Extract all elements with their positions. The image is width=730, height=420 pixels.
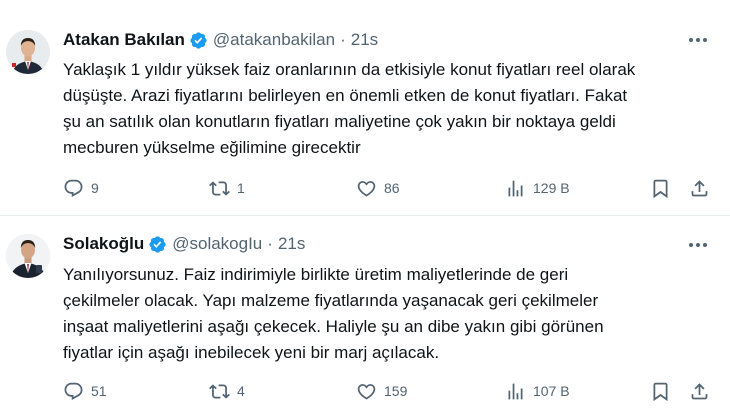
tweet-text-line: Yanılıyorsunuz. Faiz indirimiyle birlikt… xyxy=(63,265,569,284)
bookmark-icon xyxy=(653,382,668,401)
author-name[interactable]: Atakan Bakılan xyxy=(63,30,185,50)
repost-button[interactable]: 4 xyxy=(209,378,245,404)
tweet-text-line: Yaklaşık 1 yıldır yüksek faiz oranlarını… xyxy=(63,60,636,79)
separator-dot: · xyxy=(267,234,273,253)
reply-icon xyxy=(64,179,83,197)
views-count: 107 B xyxy=(533,383,570,399)
reply-icon xyxy=(64,382,83,400)
avatar[interactable] xyxy=(6,234,50,278)
reply-count: 9 xyxy=(91,180,99,196)
reply-count: 51 xyxy=(91,383,107,399)
tweet-header: Atakan Bakılan @atakanbakilan · 21s xyxy=(63,28,378,52)
repost-count: 4 xyxy=(237,383,245,399)
share-icon xyxy=(691,382,708,399)
tweet-header: Solakoğlu @solakogIu · 21s xyxy=(63,232,305,256)
avatar[interactable] xyxy=(6,30,50,74)
timestamp[interactable]: 21s xyxy=(351,30,378,50)
views-count: 129 B xyxy=(533,180,570,196)
author-handle[interactable]: @atakanbakilan xyxy=(213,30,335,50)
share-icon xyxy=(691,179,708,196)
tweet-text-line: fiyatlar için aşağı inebilecek yeni bir … xyxy=(63,343,440,362)
views-icon xyxy=(508,383,523,399)
repost-button[interactable]: 1 xyxy=(209,175,245,201)
tweet-text-line: çekilmeler olacak. Yapı malzeme fiyatlar… xyxy=(63,291,599,310)
tweet-text: Yaklaşık 1 yıldır yüksek faiz oranlarını… xyxy=(63,57,723,161)
repost-count: 1 xyxy=(237,180,245,196)
bookmark-button[interactable] xyxy=(650,175,671,201)
views-icon xyxy=(508,180,523,196)
like-button[interactable]: 159 xyxy=(356,378,407,404)
timestamp[interactable]: 21s xyxy=(278,234,305,254)
reply-button[interactable]: 51 xyxy=(63,378,107,404)
like-count: 86 xyxy=(384,180,400,196)
tweet-text-line: şu an satılık olan konutların fiyatları … xyxy=(63,112,616,131)
bookmark-button[interactable] xyxy=(650,378,671,404)
share-button[interactable] xyxy=(689,378,710,404)
tweet-actions: 9 1 86 129 B xyxy=(63,175,723,201)
more-options-icon[interactable] xyxy=(684,30,712,50)
share-button[interactable] xyxy=(689,175,710,201)
repost-icon xyxy=(209,383,230,399)
tweet-text-line: düşüşte. Arazi fiyatlarını belirleyen en… xyxy=(63,86,628,105)
tweet[interactable]: Solakoğlu @solakogIu · 21s Yanılıyorsunu… xyxy=(0,215,730,420)
tweet-text: Yanılıyorsunuz. Faiz indirimiyle birlikt… xyxy=(63,262,723,366)
like-icon xyxy=(357,383,376,400)
author-name[interactable]: Solakoğlu xyxy=(63,234,144,254)
tweet-actions: 51 4 159 107 B xyxy=(63,378,723,404)
bookmark-icon xyxy=(653,179,668,198)
views-button[interactable]: 107 B xyxy=(505,378,570,404)
views-button[interactable]: 129 B xyxy=(505,175,570,201)
author-handle[interactable]: @solakogIu xyxy=(172,234,262,254)
verified-badge-icon xyxy=(148,235,167,254)
tweet[interactable]: Atakan Bakılan @atakanbakilan · 21s Yakl… xyxy=(0,0,730,215)
like-count: 159 xyxy=(384,383,408,399)
verified-badge-icon xyxy=(189,31,208,50)
like-button[interactable]: 86 xyxy=(356,175,400,201)
separator-dot: · xyxy=(340,30,346,49)
reply-button[interactable]: 9 xyxy=(63,175,99,201)
more-options-icon[interactable] xyxy=(684,235,712,255)
like-icon xyxy=(357,180,376,197)
tweet-text-line: mecburen yükselme eğilimine girecektir xyxy=(63,138,361,157)
repost-icon xyxy=(209,180,230,196)
tweet-text-line: inşaat maliyetlerini aşağı çekecek. Hali… xyxy=(63,317,604,336)
